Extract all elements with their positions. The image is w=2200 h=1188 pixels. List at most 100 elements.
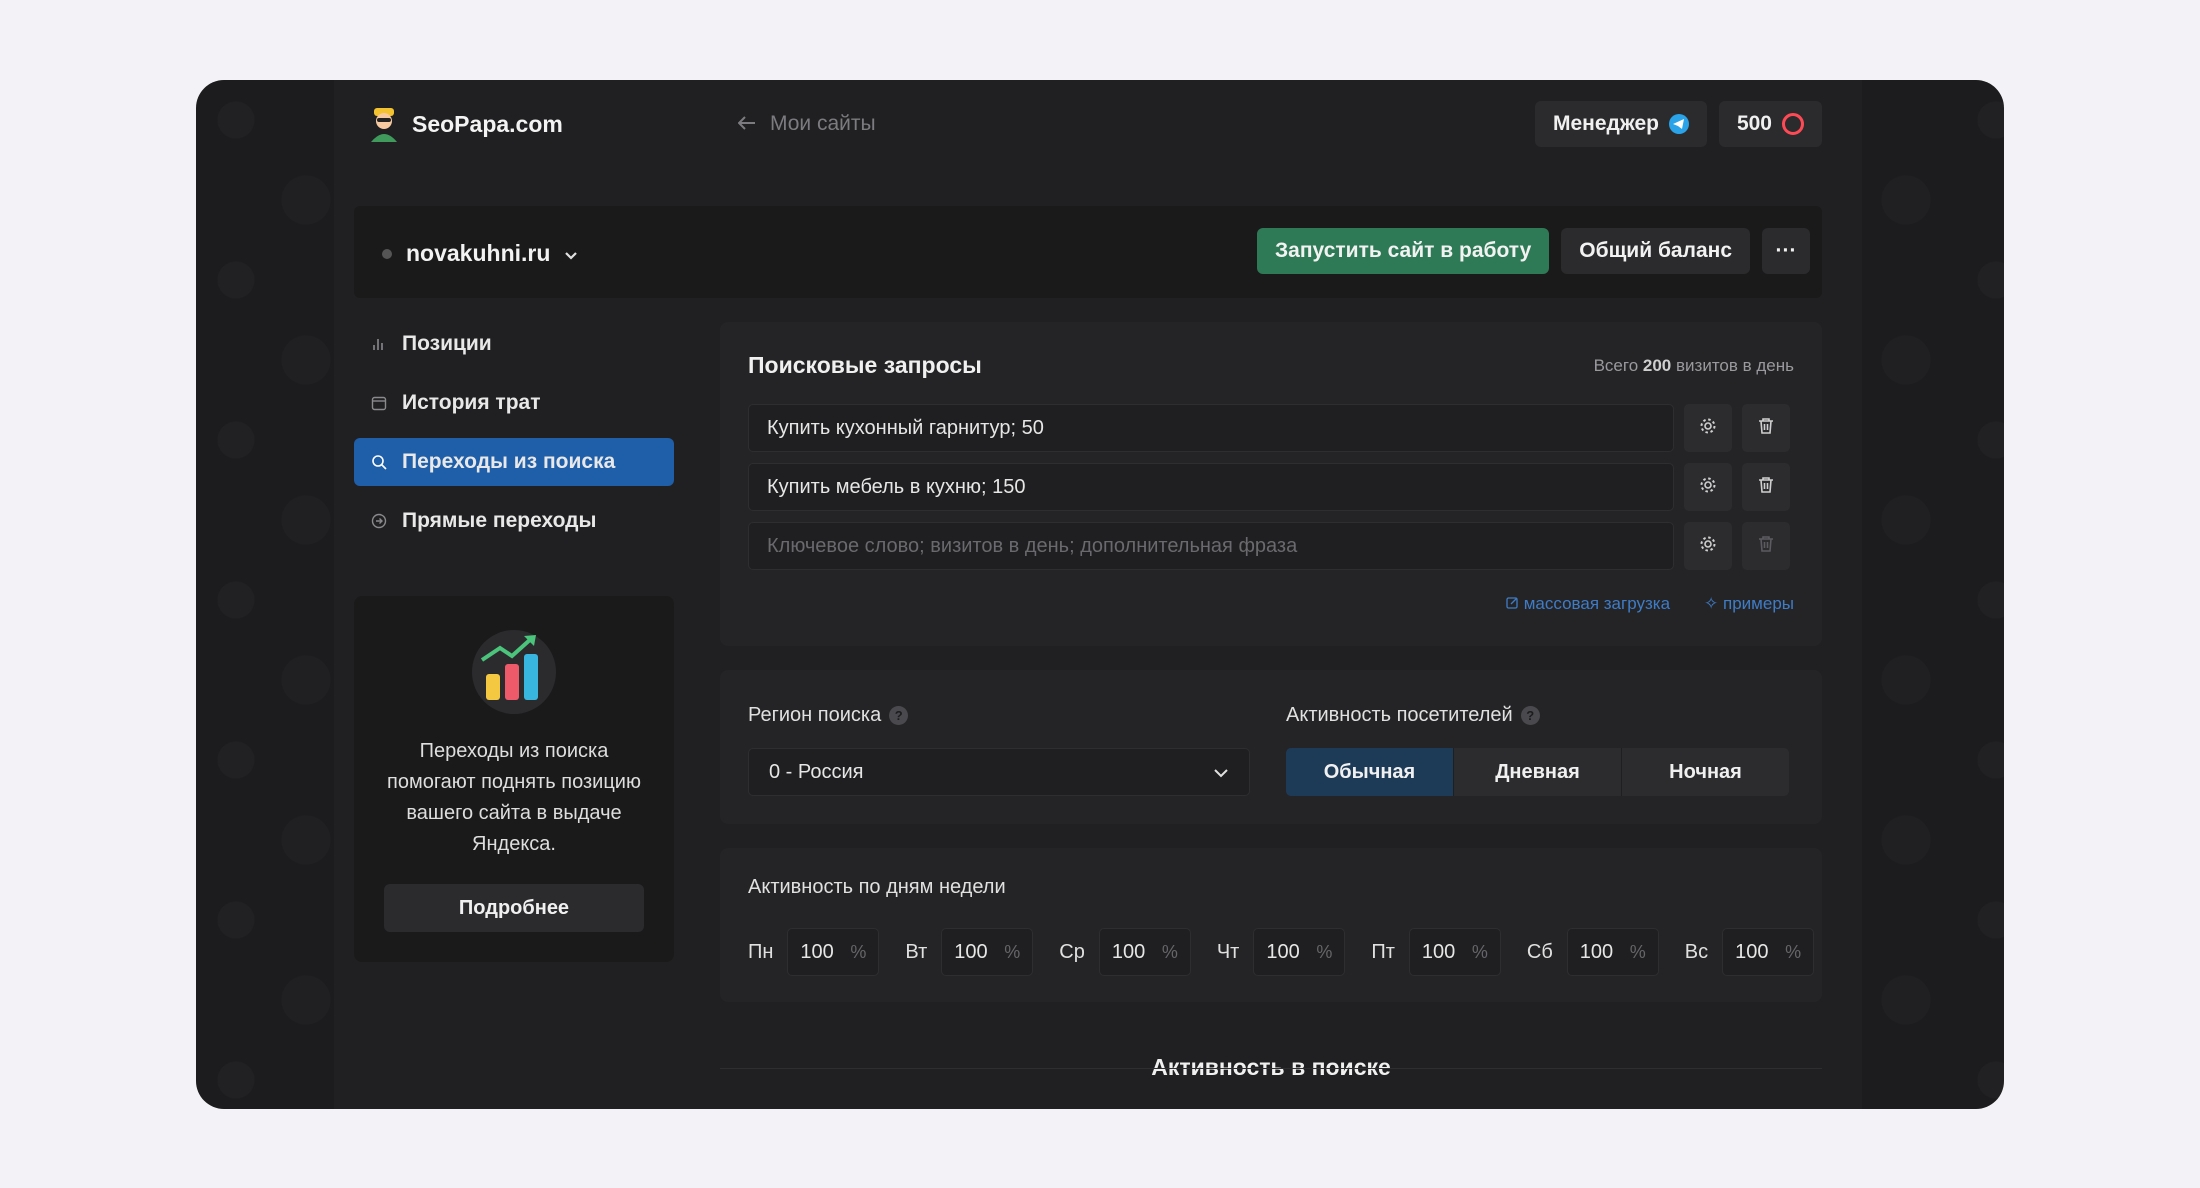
day-label: Чт — [1216, 940, 1240, 963]
examples-link[interactable]: ✧ примеры — [1704, 594, 1794, 614]
search-icon — [370, 453, 388, 471]
promo-text: Переходы из поиска помогают поднять пози… — [387, 740, 641, 855]
help-icon[interactable]: ? — [889, 706, 909, 725]
day-item: Вс 100% — [1684, 928, 1815, 976]
percent-sign: % — [1316, 941, 1333, 962]
site-actions: Запустить сайт в работу Общий баланс ··· — [1257, 228, 1810, 274]
gear-icon — [1699, 535, 1717, 558]
sidebar-item-spending-history[interactable]: История трат — [354, 379, 674, 427]
query-settings-button[interactable] — [1684, 463, 1732, 511]
query-settings-button[interactable] — [1684, 404, 1732, 452]
day-value: 100 — [1579, 940, 1614, 963]
day-value: 100 — [1735, 940, 1769, 963]
sidebar-item-label: Переходы из поиска — [402, 450, 616, 473]
sidebar-item-label: Прямые переходы — [402, 509, 597, 532]
day-input[interactable]: 100% — [1408, 928, 1501, 976]
activity-option-night[interactable]: Ночная — [1622, 748, 1789, 796]
day-label: Пн — [748, 940, 774, 963]
queries-total-suffix: визитов в день — [1676, 356, 1794, 375]
trash-icon — [1758, 535, 1774, 558]
percent-sign: % — [850, 941, 867, 962]
activity-option-normal[interactable]: Обычная — [1286, 748, 1454, 796]
gear-icon — [1699, 476, 1717, 499]
query-links: массовая загрузка ✧ примеры — [1506, 594, 1794, 614]
day-item: Пн 100% — [748, 928, 880, 976]
day-item: Сб 100% — [1527, 928, 1659, 976]
promo-card: Переходы из поиска помогают поднять пози… — [354, 596, 674, 962]
region-label: Регион поиска — [748, 704, 882, 726]
sidebar-item-direct-traffic[interactable]: Прямые переходы — [354, 497, 674, 545]
site-selector[interactable]: novakuhni.ru — [382, 240, 578, 267]
arrow-left-icon — [737, 112, 756, 136]
day-value: 100 — [1266, 940, 1300, 963]
help-icon[interactable]: ? — [1520, 706, 1540, 725]
query-settings-button[interactable] — [1684, 522, 1732, 570]
percent-sign: % — [1471, 941, 1488, 962]
day-item: Ср 100% — [1059, 928, 1191, 976]
trash-icon — [1758, 417, 1774, 440]
day-label: Пт — [1371, 940, 1395, 963]
start-site-button[interactable]: Запустить сайт в работу — [1257, 228, 1550, 274]
activity-label-group: Активность посетителей ? — [1286, 704, 1540, 727]
logo[interactable]: SeoPapa.com — [368, 106, 563, 142]
day-input[interactable]: 100% — [1566, 928, 1659, 976]
bulk-upload-link[interactable]: массовая загрузка — [1506, 594, 1670, 614]
balance-pill[interactable]: 500 — [1718, 101, 1822, 147]
sidebar-item-search-traffic[interactable]: Переходы из поиска — [354, 438, 674, 486]
day-input[interactable]: 100% — [1253, 928, 1346, 976]
queries-total-prefix: Всего — [1593, 356, 1639, 375]
activity-label: Активность посетителей — [1286, 704, 1513, 726]
query-delete-button[interactable] — [1742, 522, 1790, 570]
query-row: Купить кухонный гарнитур; 50 — [748, 404, 1790, 452]
day-label: Вс — [1684, 940, 1709, 963]
weekday-inputs: Пн 100% Вт 100% Ср 100% Чт 100% Пт 100 %… — [748, 928, 1815, 976]
more-options-button[interactable]: ··· — [1762, 228, 1810, 274]
queries-total-value: 200 — [1642, 356, 1672, 375]
day-value: 100 — [1111, 940, 1146, 963]
region-activity-card: Регион поиска ? 0 - Россия Активность по… — [720, 670, 1822, 824]
back-link[interactable]: Мои сайты — [737, 112, 876, 136]
learn-more-button[interactable]: Подробнее — [384, 884, 644, 932]
examples-label: примеры — [1723, 594, 1794, 613]
growth-chart-icon — [472, 630, 556, 714]
day-input[interactable]: 100% — [1098, 928, 1191, 976]
site-status-dot — [382, 248, 392, 259]
new-query-input[interactable]: Ключевое слово; визитов в день; дополнит… — [748, 522, 1674, 570]
day-input[interactable]: 100% — [1722, 928, 1815, 976]
activity-option-day[interactable]: Дневная — [1454, 748, 1622, 796]
divider — [720, 1068, 1822, 1069]
weekday-activity-card: Активность по дням недели Пн 100% Вт 100… — [720, 848, 1822, 1002]
day-input[interactable]: 100% — [787, 928, 880, 976]
query-delete-button[interactable] — [1742, 463, 1790, 511]
coin-icon — [1782, 113, 1804, 135]
region-label-group: Регион поиска ? — [748, 704, 909, 727]
day-input[interactable]: 100% — [941, 928, 1034, 976]
logo-text: SeoPapa.com — [412, 110, 563, 137]
day-label: Сб — [1526, 940, 1553, 963]
query-input[interactable]: Купить мебель в кухню; 150 — [748, 463, 1674, 511]
sparkle-icon: ✧ — [1704, 594, 1719, 613]
calendar-icon — [370, 394, 388, 412]
day-value: 100 — [954, 940, 988, 963]
gear-icon — [1699, 417, 1717, 440]
telegram-icon — [1668, 114, 1689, 134]
percent-sign: % — [1004, 941, 1021, 962]
sidebar-nav: Позиции История трат Переходы из поиска … — [354, 320, 674, 556]
balance-value: 500 — [1736, 112, 1772, 135]
manager-button[interactable]: Менеджер — [1534, 101, 1707, 147]
top-bar: SeoPapa.com Мои сайты Менеджер 500 — [334, 80, 1862, 170]
percent-sign: % — [1629, 941, 1646, 962]
new-query-row: Ключевое слово; визитов в день; дополнит… — [748, 522, 1790, 570]
site-name: novakuhni.ru — [406, 240, 551, 266]
trash-icon — [1758, 476, 1774, 499]
query-input[interactable]: Купить кухонный гарнитур; 50 — [748, 404, 1674, 452]
total-balance-button[interactable]: Общий баланс — [1561, 228, 1750, 274]
query-delete-button[interactable] — [1742, 404, 1790, 452]
sidebar-item-positions[interactable]: Позиции — [354, 320, 674, 368]
site-bar: novakuhni.ru Запустить сайт в работу Общ… — [354, 206, 1822, 298]
edit-icon — [1506, 594, 1524, 613]
region-select[interactable]: 0 - Россия — [748, 748, 1250, 796]
day-label: Ср — [1059, 940, 1085, 963]
bulk-upload-label: массовая загрузка — [1523, 594, 1671, 613]
weekday-title: Активность по дням недели — [748, 876, 1006, 898]
